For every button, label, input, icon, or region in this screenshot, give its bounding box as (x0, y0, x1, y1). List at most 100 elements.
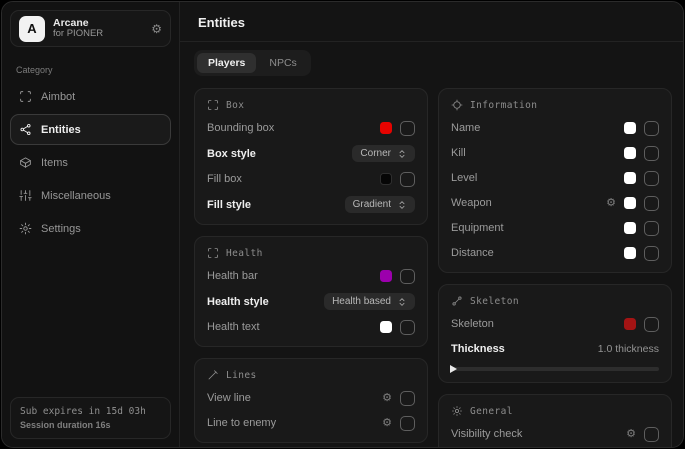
card-title: Health (226, 248, 263, 259)
setting-label: Health bar (207, 270, 258, 282)
color-swatch[interactable] (624, 147, 636, 159)
color-swatch[interactable] (380, 173, 392, 185)
line-to-enemy-checkbox[interactable] (400, 416, 415, 431)
unfold-icon (397, 149, 407, 159)
color-swatch[interactable] (380, 122, 392, 134)
kill-checkbox[interactable] (644, 146, 659, 161)
sidebar-item-entities[interactable]: Entities (10, 114, 171, 145)
setting-row-name: Name (451, 120, 659, 136)
color-swatch[interactable] (624, 172, 636, 184)
color-swatch[interactable] (380, 270, 392, 282)
sidebar-item-aimbot[interactable]: Aimbot (10, 81, 171, 112)
health-text-checkbox[interactable] (400, 320, 415, 335)
sidebar-nav: Aimbot Entities Items Mis (2, 79, 179, 244)
dropdown-value: Corner (360, 148, 391, 159)
color-swatch[interactable] (624, 247, 636, 259)
bone-icon (451, 295, 463, 307)
distance-checkbox[interactable] (644, 246, 659, 261)
color-swatch[interactable] (624, 222, 636, 234)
setting-row-distance: Distance (451, 245, 659, 261)
setting-label: Bounding box (207, 122, 274, 134)
box-card: Box Bounding box Box style Corner (194, 88, 428, 225)
unfold-icon (397, 200, 407, 210)
tab-npcs[interactable]: NPCs (258, 53, 307, 73)
left-column: Box Bounding box Box style Corner (194, 88, 428, 448)
box-style-dropdown[interactable]: Corner (352, 145, 415, 162)
color-swatch[interactable] (380, 321, 392, 333)
sidebar-item-label: Entities (41, 124, 81, 136)
setting-row-weapon: Weapon ⚙ (451, 195, 659, 211)
sub-expiry-text: Sub expires in 15d 03h (20, 406, 161, 417)
setting-label: Distance (451, 247, 494, 259)
setting-label: Health style (207, 296, 269, 308)
health-style-dropdown[interactable]: Health based (324, 293, 415, 310)
slider-thumb[interactable] (450, 365, 457, 373)
subscription-card: Sub expires in 15d 03h Session duration … (10, 397, 171, 439)
view-line-checkbox[interactable] (400, 391, 415, 406)
visibility-check-checkbox[interactable] (644, 427, 659, 442)
setting-label: Level (451, 172, 477, 184)
health-corners-icon (207, 247, 219, 259)
setting-label: Visibility check (451, 428, 522, 440)
setting-row-equipment: Equipment (451, 220, 659, 236)
entity-tabs: Players NPCs (194, 50, 311, 76)
setting-row-box-style: Box style Corner (207, 145, 415, 162)
health-bar-checkbox[interactable] (400, 269, 415, 284)
visibility-check-gear-icon[interactable]: ⚙ (626, 429, 636, 440)
sidebar-item-settings[interactable]: Settings (10, 213, 171, 244)
sidebar-item-items[interactable]: Items (10, 147, 171, 178)
color-swatch[interactable] (624, 122, 636, 134)
main-header: Entities (180, 2, 684, 42)
sidebar: A Arcane for PIONER ⚙ Category Aimbot (2, 2, 180, 447)
gear-icon (19, 222, 32, 235)
information-card: Information Name Kill (438, 88, 672, 273)
color-swatch[interactable] (624, 197, 636, 209)
right-column: Information Name Kill (438, 88, 672, 448)
sidebar-item-miscellaneous[interactable]: Miscellaneous (10, 180, 171, 211)
brand-settings-gear-icon[interactable]: ⚙ (151, 23, 162, 35)
setting-label: Fill box (207, 173, 242, 185)
setting-row-health-bar: Health bar (207, 268, 415, 284)
name-checkbox[interactable] (644, 121, 659, 136)
main-panel: Entities Players NPCs Box (180, 2, 684, 447)
lines-card: Lines View line ⚙ Line to enemy ⚙ (194, 358, 428, 443)
skeleton-card: Skeleton Skeleton Thickness 1.0 thicknes… (438, 284, 672, 383)
thickness-slider[interactable] (451, 367, 659, 371)
page-title: Entities (198, 15, 668, 30)
skeleton-checkbox[interactable] (644, 317, 659, 332)
settings-content: Box Bounding box Box style Corner (180, 76, 684, 448)
setting-label: Line to enemy (207, 417, 276, 429)
view-line-gear-icon[interactable]: ⚙ (382, 393, 392, 404)
setting-label: Weapon (451, 197, 492, 209)
card-title: Skeleton (470, 296, 519, 307)
equipment-checkbox[interactable] (644, 221, 659, 236)
card-title: Information (470, 100, 537, 111)
tab-players[interactable]: Players (197, 53, 256, 73)
setting-row-thickness: Thickness 1.0 thickness (451, 341, 659, 357)
setting-label: Fill style (207, 199, 251, 211)
line-to-enemy-gear-icon[interactable]: ⚙ (382, 418, 392, 429)
fill-box-checkbox[interactable] (400, 172, 415, 187)
session-duration-text: Session duration 16s (20, 420, 161, 430)
app-window: A Arcane for PIONER ⚙ Category Aimbot (1, 1, 684, 448)
color-swatch[interactable] (624, 318, 636, 330)
weapon-checkbox[interactable] (644, 196, 659, 211)
setting-row-fill-box: Fill box (207, 171, 415, 187)
sun-icon (451, 405, 463, 417)
weapon-gear-icon[interactable]: ⚙ (606, 198, 616, 209)
level-checkbox[interactable] (644, 171, 659, 186)
sidebar-item-label: Settings (41, 223, 81, 235)
sidebar-item-label: Items (41, 157, 68, 169)
setting-row-kill: Kill (451, 145, 659, 161)
entities-network-icon (19, 123, 32, 136)
setting-row-line-to-enemy: Line to enemy ⚙ (207, 415, 415, 431)
bounding-box-checkbox[interactable] (400, 121, 415, 136)
cube-icon (19, 156, 32, 169)
setting-label: Equipment (451, 222, 504, 234)
sidebar-item-label: Miscellaneous (41, 190, 111, 202)
brand-subtitle: for PIONER (53, 29, 143, 40)
setting-row-health-style: Health style Health based (207, 293, 415, 310)
fill-style-dropdown[interactable]: Gradient (345, 196, 415, 213)
sliders-icon (19, 189, 32, 202)
card-title: General (470, 406, 513, 417)
